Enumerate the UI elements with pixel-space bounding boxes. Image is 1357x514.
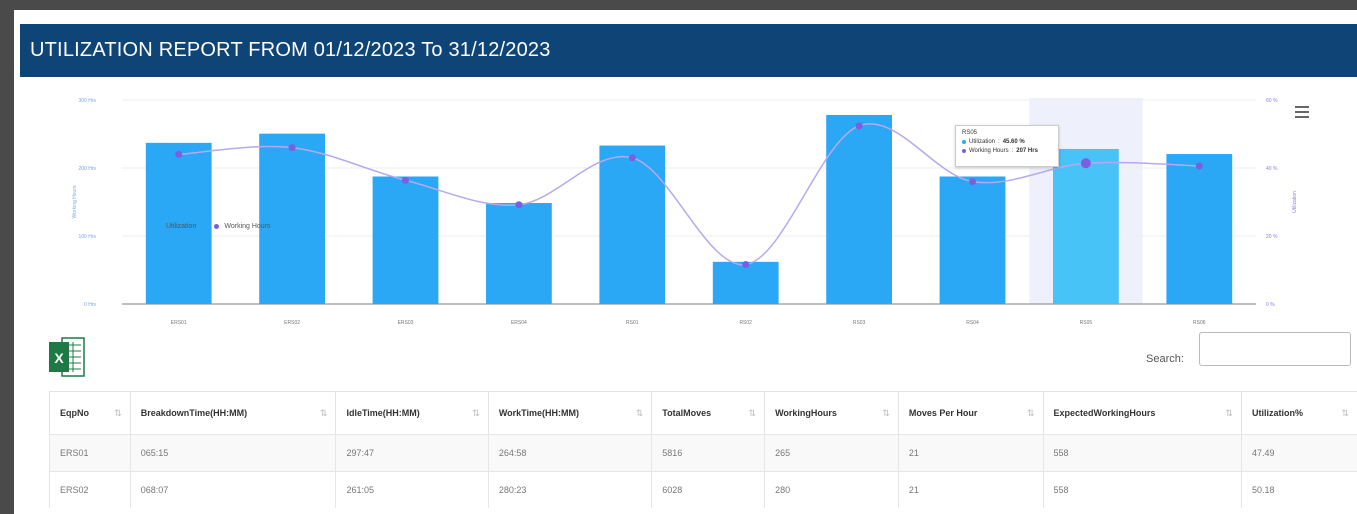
x-tick-label: ERS04 [511,320,527,326]
bar [372,176,439,304]
x-tick-label: RS04 [966,320,979,326]
bar [486,203,552,304]
cell-utilization: 47.49 [1240,434,1357,472]
y-tick-label-right: 0 % [1266,302,1275,308]
line-point [175,150,183,158]
excel-letter: X [54,350,64,366]
x-tick-label: RS06 [1193,320,1206,326]
utilization-table: EqpNo ⇅ BreakdownTime(HH:MM) ⇅ IdleTime(HH… [49,391,1357,508]
cell-moves-per-hour: 21 [897,434,1043,472]
y-axis-title-right: Utilization [1292,191,1298,213]
table-header-row: EqpNo ⇅ BreakdownTime(HH:MM) ⇅ IdleTime(HH… [49,391,1357,435]
cell-expected-working-hours: 558 [1042,434,1242,472]
report-header: UTILIZATION REPORT FROM 01/12/2023 To 31… [20,24,1357,77]
column-header-work-time[interactable]: WorkTime(HH:MM) ⇅ [487,391,652,435]
cell-working-hours: 280 [764,471,899,508]
y-tick-label-right: 20 % [1266,234,1278,240]
y-tick-label-right: 40 % [1266,166,1278,172]
legend-label: Working Hours [224,223,271,230]
bar [599,145,666,304]
legend-swatch [214,224,220,229]
cell-utilization: 50.18 [1240,471,1357,508]
cell-eqpno: ERS01 [49,434,131,472]
x-tick-label: ERS01 [171,320,187,326]
y-tick-label-left: 300 Hrs [78,98,96,104]
report-panel: UTILIZATION REPORT FROM 01/12/2023 To 31… [14,10,1357,514]
tooltip-label: Utilization [969,139,996,145]
tooltip-row-hours: Working Hours: 207 Hrs [962,148,1052,154]
legend-item-working-hours[interactable]: Working Hours [214,223,271,230]
line-point [1080,158,1091,169]
cell-breakdown-time: 065:15 [129,434,336,472]
x-tick-label: RS03 [853,320,866,326]
cell-breakdown-time: 068:07 [129,471,336,508]
cell-total-moves: 5816 [651,434,765,472]
bar [1166,154,1233,304]
y-axis-title-left: Working Hours [72,185,78,218]
chart-menu-icon[interactable] [1295,106,1309,118]
column-header-breakdown-time[interactable]: BreakdownTime(HH:MM) ⇅ [129,391,336,435]
line-point [969,178,976,186]
cell-idle-time: 261:05 [335,471,489,508]
cell-idle-time: 297:47 [335,434,489,472]
chart-legend: Utilization Working Hours [156,223,271,230]
bar [939,176,1006,304]
table-row: ERS01 065:15 297:47 264:58 5816 265 21 5… [49,434,1357,472]
line-point [1195,162,1203,170]
x-tick-label: ERS03 [398,320,414,326]
legend-item-utilization[interactable]: Utilization [156,223,196,230]
bar [1053,148,1119,304]
x-tick-label: ERS02 [284,320,300,326]
tooltip-label: Working Hours [969,148,1009,154]
line-point [855,122,863,130]
column-header-expected-working-hours[interactable]: ExpectedWorkingHours ⇅ [1042,391,1242,435]
table-row: ERS02 068:07 261:05 280:23 6028 280 21 5… [49,471,1357,508]
utilization-chart: 0 Hrs 0 % 100 Hrs 20 % 200 Hrs 40 % 300 Hrs 60 … [14,80,1357,340]
line-point [742,261,750,269]
x-tick-label: RS02 [739,320,752,326]
column-header-moves-per-hour[interactable]: Moves Per Hour ⇅ [897,391,1043,435]
legend-swatch [156,224,161,229]
search-input[interactable] [1199,332,1351,366]
x-tick-label: RS05 [1080,320,1093,326]
column-header-idle-time[interactable]: IdleTime(HH:MM) ⇅ [335,391,489,435]
tooltip-swatch [962,149,966,153]
chart-canvas: 0 Hrs 0 % 100 Hrs 20 % 200 Hrs 40 % 300 Hrs 60 … [72,98,1298,326]
y-tick-label-left: 100 Hrs [78,234,96,240]
cell-working-hours: 265 [764,434,899,472]
tooltip-swatch [962,140,966,144]
search-label: Search: [1146,353,1184,365]
cell-work-time: 280:23 [487,471,652,508]
legend-label: Utilization [166,223,197,230]
bar [259,133,325,304]
y-tick-label-right: 60 % [1266,98,1278,104]
tooltip-value: 45.60 % [1002,139,1025,145]
x-tick-label: RS01 [626,320,639,326]
column-header-utilization[interactable]: Utilization% ⇅ [1240,391,1357,435]
cell-expected-working-hours: 558 [1042,471,1242,508]
bar [826,114,892,305]
tooltip-value: 207 Hrs [1016,148,1038,154]
line-point [402,176,409,184]
cell-moves-per-hour: 21 [897,471,1043,508]
bar [712,261,779,304]
line-point [288,144,296,152]
y-tick-label-left: 200 Hrs [78,166,96,172]
line-point [515,201,523,209]
column-header-total-moves[interactable]: TotalMoves ⇅ [651,391,765,435]
report-title: UTILIZATION REPORT FROM 01/12/2023 To 31… [30,39,551,61]
chart-tooltip: RS05 Utilization: 45.60 % Working Hours:… [955,125,1059,167]
column-header-working-hours[interactable]: WorkingHours ⇅ [764,391,899,435]
cell-total-moves: 6028 [651,471,765,508]
column-header-eqpno[interactable]: EqpNo ⇅ [49,391,131,435]
line-point [628,154,636,162]
tooltip-category: RS05 [962,130,978,136]
excel-export-icon[interactable]: X [48,334,86,380]
cell-eqpno: ERS02 [49,471,131,508]
tooltip-row-utilization: Utilization: 45.60 % [962,139,1052,145]
cell-work-time: 264:58 [487,434,652,472]
y-tick-label-left: 0 Hrs [84,302,96,308]
